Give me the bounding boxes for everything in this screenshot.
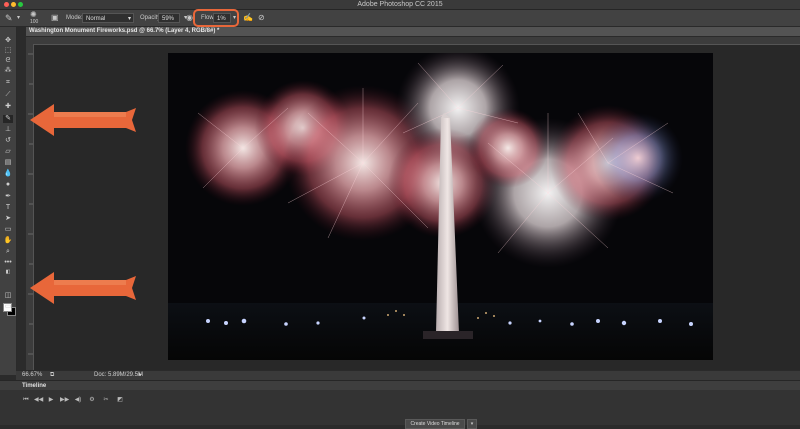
eyedropper-icon[interactable]: ⟋: [3, 91, 13, 99]
chevron-down-icon: ▾: [127, 16, 131, 22]
brush-preset-dropdown[interactable]: ▾: [17, 10, 20, 26]
quick-mask-icon[interactable]: ◫: [3, 292, 13, 300]
zoom-level[interactable]: 66.67%: [22, 371, 42, 380]
doc-info: Doc: 5.89M/29.5M: [94, 372, 144, 378]
status-menu-arrow[interactable]: ▸: [139, 371, 142, 380]
hand-icon[interactable]: ✋: [3, 237, 13, 245]
marquee-icon[interactable]: ⬚: [3, 47, 13, 55]
document-title: Washington Monument Fireworks.psd @ 66.7…: [29, 28, 220, 34]
pressure-size-icon[interactable]: ⊘: [258, 10, 265, 26]
blur-icon[interactable]: 💧: [3, 170, 13, 178]
fireworks-photo: [168, 53, 713, 360]
pen-icon[interactable]: ✒: [3, 193, 13, 201]
move-icon[interactable]: ✥: [3, 37, 13, 45]
lasso-icon[interactable]: ᘓ: [3, 57, 13, 65]
airbrush-icon[interactable]: ✍: [243, 10, 253, 26]
create-video-timeline-button[interactable]: Create Video Timeline: [405, 419, 465, 429]
go-to-first-frame-icon[interactable]: ⏮: [22, 396, 30, 404]
pressure-opacity-icon[interactable]: ◉: [186, 10, 193, 26]
eraser-icon[interactable]: ▱: [3, 148, 13, 156]
brush-icon[interactable]: ✎: [3, 115, 13, 123]
settings-icon[interactable]: ⚙: [88, 396, 96, 404]
split-at-playhead-icon[interactable]: ✂: [102, 396, 110, 404]
status-bar: 66.67% ⧉ Doc: 5.89M/29.5M ▸: [16, 370, 800, 380]
dodge-icon[interactable]: ●: [3, 181, 13, 189]
play-icon[interactable]: ▶: [47, 396, 55, 404]
vertical-ruler[interactable]: [26, 44, 34, 370]
type-icon[interactable]: T: [3, 204, 13, 212]
app-title: Adobe Photoshop CC 2015: [357, 1, 443, 8]
left-arrow-annotation-bottom: [30, 272, 136, 304]
brush-panel-icon[interactable]: ▣: [51, 10, 59, 26]
previous-frame-icon[interactable]: ◀◀: [34, 396, 43, 404]
screen-mode-icon[interactable]: ▭: [3, 303, 13, 311]
vertical-ruler-ticks: [28, 53, 33, 355]
next-frame-icon[interactable]: ▶▶: [60, 396, 69, 404]
tools-panel: ✥ ⬚ ᘓ ⁂ ⌗ ⟋ ✚ ✎ ⊥ ↺ ▱ ▤ 💧 ● ✒ T ➤ ▭ ✋ ⌕ …: [0, 27, 17, 375]
gradient-icon[interactable]: ▤: [3, 159, 13, 167]
document-image[interactable]: [168, 53, 713, 360]
transition-icon[interactable]: ◩: [116, 396, 124, 404]
options-bar: ✎ ▾ ✺ 100 ▣ Mode: Normal ▾ Opacity: 59% ▾…: [0, 10, 800, 27]
rectangle-icon[interactable]: ▭: [3, 226, 13, 234]
quick-select-icon[interactable]: ⁂: [3, 67, 13, 75]
crop-icon[interactable]: ⌗: [3, 79, 13, 87]
horizontal-ruler[interactable]: [33, 37, 800, 50]
create-timeline-dropdown[interactable]: ▾: [467, 419, 477, 429]
flow-highlight-annotation: [193, 9, 239, 27]
mode-label: Mode:: [66, 15, 83, 21]
more-icon[interactable]: •••: [3, 259, 13, 267]
mute-audio-icon[interactable]: ◀): [74, 396, 82, 404]
zoom-icon[interactable]: ⌕: [3, 248, 13, 256]
history-brush-icon[interactable]: ↺: [3, 137, 13, 145]
healing-icon[interactable]: ✚: [3, 103, 13, 111]
title-bar: Adobe Photoshop CC 2015: [0, 0, 800, 10]
mode-select[interactable]: Normal ▾: [82, 13, 134, 23]
left-arrow-annotation-top: [30, 104, 136, 136]
mode-value: Normal: [86, 16, 106, 22]
clone-stamp-icon[interactable]: ⊥: [3, 126, 13, 134]
status-share-icon[interactable]: ⧉: [50, 371, 54, 380]
opacity-field[interactable]: 59%: [158, 13, 180, 23]
path-select-icon[interactable]: ➤: [3, 215, 13, 223]
timeline-panel: ⏮ ◀◀ ▶ ▶▶ ◀) ⚙ ✂ ◩ Create Video Timeline…: [0, 390, 800, 429]
document-tab[interactable]: Washington Monument Fireworks.psd @ 66.7…: [26, 27, 800, 37]
brush-preset-icon[interactable]: ✎: [5, 10, 13, 26]
ruler-corner: [26, 37, 33, 44]
opacity-value: 59%: [162, 16, 175, 22]
default-colors-icon[interactable]: ◧: [3, 268, 13, 276]
